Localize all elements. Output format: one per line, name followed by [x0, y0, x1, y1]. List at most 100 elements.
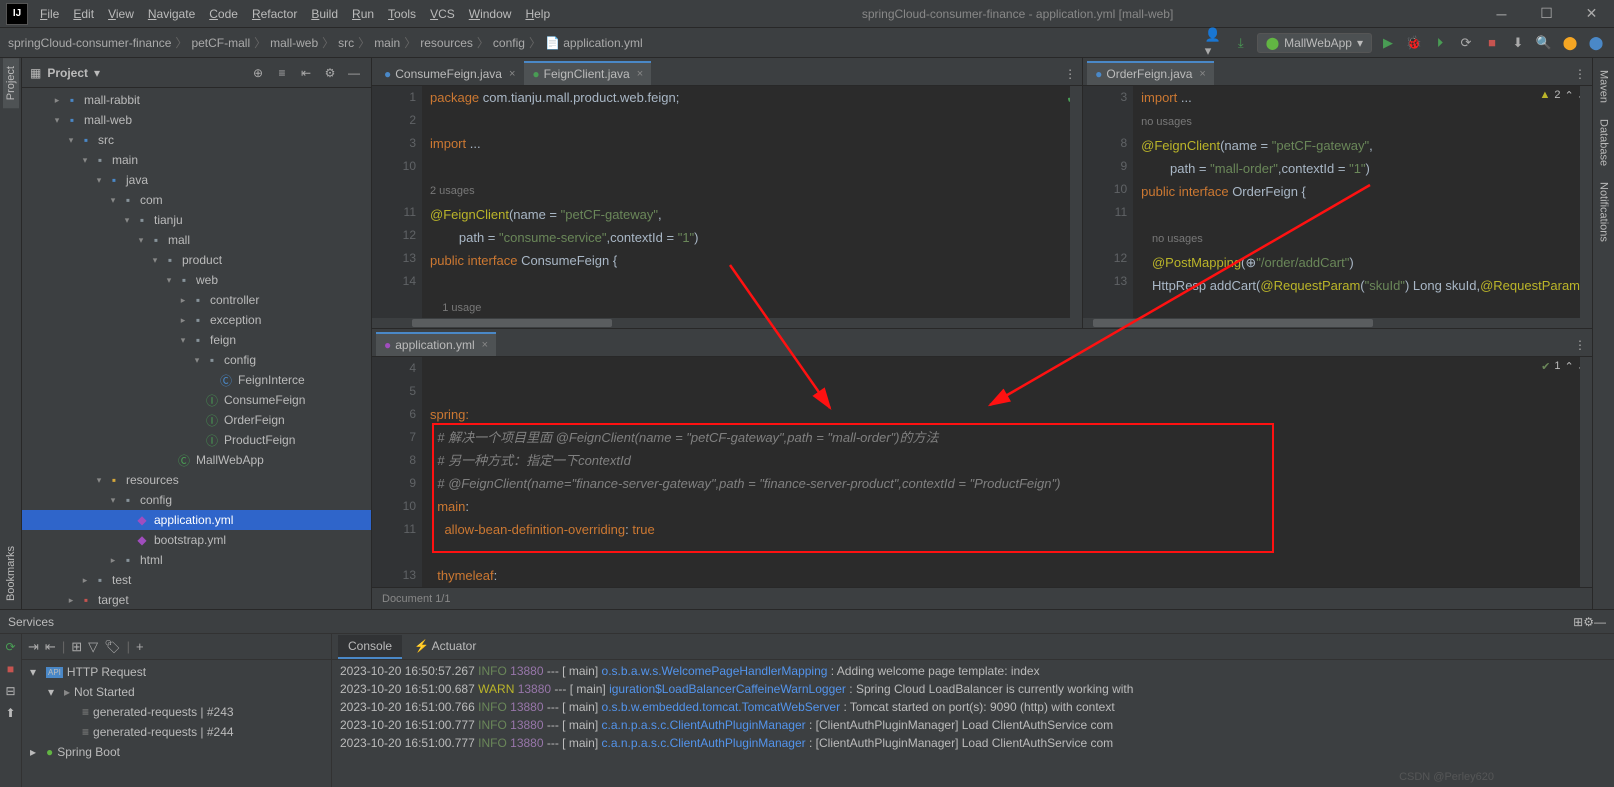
- tree-item[interactable]: ▸▪target: [22, 590, 371, 609]
- ide-settings-icon[interactable]: ⬤: [1560, 33, 1580, 53]
- menu-window[interactable]: Window: [463, 4, 518, 24]
- breadcrumb-item[interactable]: mall-web: [270, 36, 318, 50]
- tree-item[interactable]: ▾▪resources: [22, 470, 371, 490]
- editor-tab[interactable]: ●ConsumeFeign.java×: [376, 61, 523, 85]
- editor-tabs-menu-icon[interactable]: ⋮: [1058, 63, 1082, 85]
- editor-tab[interactable]: ●OrderFeign.java×: [1087, 61, 1214, 85]
- menu-build[interactable]: Build: [305, 4, 344, 24]
- editor-tabs-menu-icon[interactable]: ⋮: [1568, 63, 1592, 85]
- add-config-icon[interactable]: 👤▾: [1205, 33, 1225, 53]
- git-update-icon[interactable]: ⬇: [1508, 33, 1528, 53]
- tree-item[interactable]: ◆bootstrap.yml: [22, 530, 371, 550]
- code-editor-right[interactable]: 3 891011 1213 15 import ... no usages @F…: [1083, 86, 1592, 318]
- tree-item[interactable]: ▸▪html: [22, 550, 371, 570]
- menu-refactor[interactable]: Refactor: [246, 4, 303, 24]
- services-settings-icon[interactable]: ⚙: [1583, 615, 1594, 629]
- menu-navigate[interactable]: Navigate: [142, 4, 201, 24]
- panel-settings-icon[interactable]: ⚙: [321, 64, 339, 82]
- tree-item[interactable]: ⒸFeignInterce: [22, 370, 371, 390]
- tree-item[interactable]: ▾▪com: [22, 190, 371, 210]
- menu-run[interactable]: Run: [346, 4, 380, 24]
- filter-icon[interactable]: ▽: [88, 639, 98, 655]
- collapse-icon[interactable]: ⇤: [45, 639, 56, 655]
- tree-item[interactable]: ▾▪src: [22, 130, 371, 150]
- run-config-dropdown[interactable]: ⬤ MallWebApp ▾: [1257, 33, 1372, 53]
- build-icon[interactable]: ⤓: [1231, 33, 1251, 53]
- services-tree-item[interactable]: ▾API HTTP Request: [22, 662, 331, 682]
- add-service-icon[interactable]: +: [136, 639, 144, 654]
- services-hide-icon[interactable]: —: [1594, 615, 1606, 629]
- close-button[interactable]: ✕: [1569, 0, 1614, 28]
- breadcrumb-item[interactable]: petCF-mall: [191, 36, 250, 50]
- run-icon[interactable]: ▶: [1378, 33, 1398, 53]
- tree-item[interactable]: ◆application.yml: [22, 510, 371, 530]
- code-editor-yml[interactable]: 4567891011 13 spring: # 解决一个项目里面 @FeignC…: [372, 357, 1592, 587]
- services-layout-icon[interactable]: ⊞: [1573, 615, 1583, 629]
- tree-item[interactable]: ▾▪config: [22, 350, 371, 370]
- tree-item[interactable]: ▸▪exception: [22, 310, 371, 330]
- code-editor-left[interactable]: 12310 11121314 package com.tianju.mall.p…: [372, 86, 1082, 318]
- services-tree-item[interactable]: ▸● Spring Boot: [22, 742, 331, 762]
- project-tool-tab[interactable]: Project: [3, 58, 19, 108]
- services-tree-item[interactable]: ≡ generated-requests | #244: [22, 722, 331, 742]
- database-tool-tab[interactable]: Database: [1596, 111, 1612, 174]
- menu-code[interactable]: Code: [203, 4, 244, 24]
- breadcrumb-item[interactable]: main: [374, 36, 400, 50]
- menu-view[interactable]: View: [102, 4, 140, 24]
- tree-item[interactable]: ▾▪mall: [22, 230, 371, 250]
- expand-icon[interactable]: ⇥: [28, 639, 39, 655]
- tree-item[interactable]: ⒸMallWebApp: [22, 450, 371, 470]
- tree-item[interactable]: ⒾOrderFeign: [22, 410, 371, 430]
- tree-item[interactable]: ⒾProductFeign: [22, 430, 371, 450]
- profile-icon[interactable]: ⟳: [1456, 33, 1476, 53]
- maximize-button[interactable]: ☐: [1524, 0, 1569, 28]
- stop-icon[interactable]: ■: [2, 660, 20, 678]
- tree-item[interactable]: ⒾConsumeFeign: [22, 390, 371, 410]
- tree-item[interactable]: ▾▪java: [22, 170, 371, 190]
- breadcrumb-item[interactable]: config: [493, 36, 525, 50]
- tree-item[interactable]: ▾▪tianju: [22, 210, 371, 230]
- breadcrumb-item[interactable]: springCloud-consumer-finance: [8, 36, 171, 50]
- debug-icon[interactable]: 🐞: [1404, 33, 1424, 53]
- expand-all-icon[interactable]: ≡: [273, 64, 291, 82]
- project-tree[interactable]: ▸▪mall-rabbit▾▪mall-web▾▪src▾▪main▾▪java…: [22, 88, 371, 609]
- hide-panel-icon[interactable]: —: [345, 64, 363, 82]
- export-icon[interactable]: ⬆: [2, 704, 20, 722]
- tag-icon[interactable]: 🏷: [104, 639, 121, 655]
- minimize-button[interactable]: ─: [1479, 0, 1524, 28]
- menu-file[interactable]: File: [34, 4, 65, 24]
- bookmarks-tool-tab[interactable]: Bookmarks: [3, 538, 19, 609]
- services-tree[interactable]: ▾API HTTP Request▾▸ Not Started≡ generat…: [22, 660, 331, 787]
- menu-vcs[interactable]: VCS: [424, 4, 461, 24]
- notifications-tool-tab[interactable]: Notifications: [1596, 174, 1612, 250]
- breadcrumb-item[interactable]: src: [338, 36, 354, 50]
- filter-icon[interactable]: ⊟: [2, 682, 20, 700]
- search-icon[interactable]: 🔍: [1534, 33, 1554, 53]
- tree-item[interactable]: ▸▪test: [22, 570, 371, 590]
- rerun-icon[interactable]: ⟳: [2, 638, 20, 656]
- editor-tab[interactable]: ●FeignClient.java×: [524, 61, 651, 85]
- tree-item[interactable]: ▸▪controller: [22, 290, 371, 310]
- tree-item[interactable]: ▸▪mall-rabbit: [22, 90, 371, 110]
- stop-icon[interactable]: ■: [1482, 33, 1502, 53]
- editor-tab[interactable]: ●application.yml×: [376, 332, 496, 356]
- tree-item[interactable]: ▾▪mall-web: [22, 110, 371, 130]
- breadcrumb-item[interactable]: resources: [420, 36, 473, 50]
- editor-tabs-menu-icon[interactable]: ⋮: [1568, 334, 1592, 356]
- tree-item[interactable]: ▾▪main: [22, 150, 371, 170]
- console-output[interactable]: 2023-10-20 16:50:57.267 INFO 13880 --- […: [332, 660, 1614, 787]
- console-tab-console[interactable]: Console: [338, 635, 402, 659]
- tree-item[interactable]: ▾▪config: [22, 490, 371, 510]
- services-tree-item[interactable]: ▾▸ Not Started: [22, 682, 331, 702]
- hscrollbar-thumb[interactable]: [412, 319, 612, 327]
- menu-tools[interactable]: Tools: [382, 4, 422, 24]
- tree-item[interactable]: ▾▪feign: [22, 330, 371, 350]
- menu-edit[interactable]: Edit: [67, 4, 100, 24]
- coverage-icon[interactable]: ⏵: [1430, 33, 1450, 53]
- select-opened-icon[interactable]: ⊕: [249, 64, 267, 82]
- tree-item[interactable]: ▾▪product: [22, 250, 371, 270]
- maven-tool-tab[interactable]: Maven: [1596, 62, 1612, 111]
- services-tree-item[interactable]: ≡ generated-requests | #243: [22, 702, 331, 722]
- collapse-all-icon[interactable]: ⇤: [297, 64, 315, 82]
- avatar-icon[interactable]: ⬤: [1586, 33, 1606, 53]
